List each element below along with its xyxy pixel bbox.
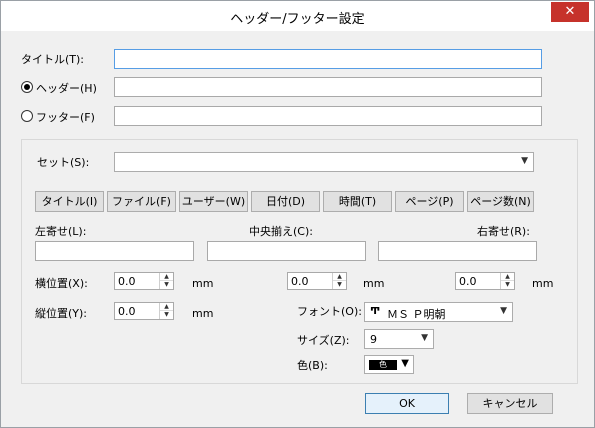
right-x-unit: mm: [532, 277, 554, 290]
right-align-input[interactable]: [378, 241, 537, 261]
size-label: サイズ(Z):: [297, 334, 350, 347]
center-x-spinner[interactable]: 0.0 ▲ ▼: [287, 272, 347, 290]
footer-input[interactable]: [114, 106, 542, 126]
right-x-value: 0.0: [459, 275, 477, 288]
insert-title-button[interactable]: タイトル(I): [35, 191, 104, 212]
spin-down-icon[interactable]: ▼: [501, 281, 514, 289]
cancel-button[interactable]: キャンセル: [467, 393, 553, 414]
size-value: 9: [370, 333, 377, 346]
left-y-spinner[interactable]: 0.0 ▲ ▼: [114, 302, 174, 320]
footer-radio[interactable]: [21, 110, 33, 122]
right-align-label: 右寄せ(R):: [477, 225, 530, 238]
left-y-value: 0.0: [118, 305, 136, 318]
chevron-down-icon: ▼: [500, 306, 507, 316]
color-label: 色(B):: [297, 359, 328, 372]
spin-up-icon[interactable]: ▲: [160, 303, 173, 311]
center-x-value: 0.0: [291, 275, 309, 288]
spin-up-icon[interactable]: ▲: [160, 273, 173, 281]
right-x-spinner[interactable]: 0.0 ▲ ▼: [455, 272, 515, 290]
font-select[interactable]: Ͳ ＭＳ Ｐ明朝 ▼: [364, 302, 513, 322]
header-radio[interactable]: [21, 81, 33, 93]
spin-up-icon[interactable]: ▲: [333, 273, 346, 281]
spin-arrows[interactable]: ▲ ▼: [500, 273, 514, 289]
y-pos-label: 縦位置(Y):: [35, 307, 88, 320]
dropdown-arrow-icon: ▼: [401, 358, 409, 369]
insert-page-count-button[interactable]: ページ数(N): [467, 191, 534, 212]
spin-arrows[interactable]: ▲ ▼: [159, 303, 173, 319]
left-x-spinner[interactable]: 0.0 ▲ ▼: [114, 272, 174, 290]
center-align-label: 中央揃え(C):: [249, 225, 313, 238]
left-align-label: 左寄せ(L):: [35, 225, 87, 238]
spin-up-icon[interactable]: ▲: [501, 273, 514, 281]
insert-user-button[interactable]: ユーザー(W): [179, 191, 248, 212]
left-y-unit: mm: [192, 307, 214, 320]
header-input[interactable]: [114, 77, 542, 97]
insert-date-button[interactable]: 日付(D): [251, 191, 320, 212]
set-select[interactable]: ▼: [114, 152, 534, 172]
close-button[interactable]: ✕: [551, 2, 589, 22]
color-picker[interactable]: 色 ▼: [364, 355, 414, 374]
left-align-input[interactable]: [35, 241, 194, 261]
insert-page-button[interactable]: ページ(P): [395, 191, 464, 212]
font-label: フォント(O):: [297, 305, 362, 318]
left-x-unit: mm: [192, 277, 214, 290]
title-label: タイトル(T):: [21, 53, 85, 66]
spin-down-icon[interactable]: ▼: [160, 311, 173, 319]
spin-arrows[interactable]: ▲ ▼: [332, 273, 346, 289]
title-bar: ヘッダー/フッター設定 ✕: [1, 1, 594, 31]
insert-file-button[interactable]: ファイル(F): [107, 191, 176, 212]
center-align-input[interactable]: [207, 241, 366, 261]
dialog-title: ヘッダー/フッター設定: [230, 12, 365, 27]
dialog-window: ヘッダー/フッター設定 ✕ タイトル(T): ヘッダー(H) フッター(F) セ…: [0, 0, 595, 428]
header-label: ヘッダー(H): [36, 82, 97, 95]
ok-button[interactable]: OK: [365, 393, 449, 414]
size-select[interactable]: 9 ▼: [364, 329, 434, 349]
title-input[interactable]: [114, 49, 542, 69]
footer-label: フッター(F): [36, 111, 95, 124]
insert-time-button[interactable]: 時間(T): [323, 191, 392, 212]
spin-down-icon[interactable]: ▼: [160, 281, 173, 289]
truetype-font-icon: Ͳ: [370, 306, 381, 317]
spin-down-icon[interactable]: ▼: [333, 281, 346, 289]
color-swatch: 色: [369, 360, 397, 370]
left-x-value: 0.0: [118, 275, 136, 288]
radio-selected-dot: [24, 84, 30, 90]
chevron-down-icon: ▼: [521, 156, 528, 166]
set-label: セット(S):: [37, 156, 90, 169]
font-value: ＭＳ Ｐ明朝: [387, 308, 446, 321]
chevron-down-icon: ▼: [421, 333, 428, 343]
spin-arrows[interactable]: ▲ ▼: [159, 273, 173, 289]
center-x-unit: mm: [363, 277, 385, 290]
x-pos-label: 横位置(X):: [35, 277, 88, 290]
